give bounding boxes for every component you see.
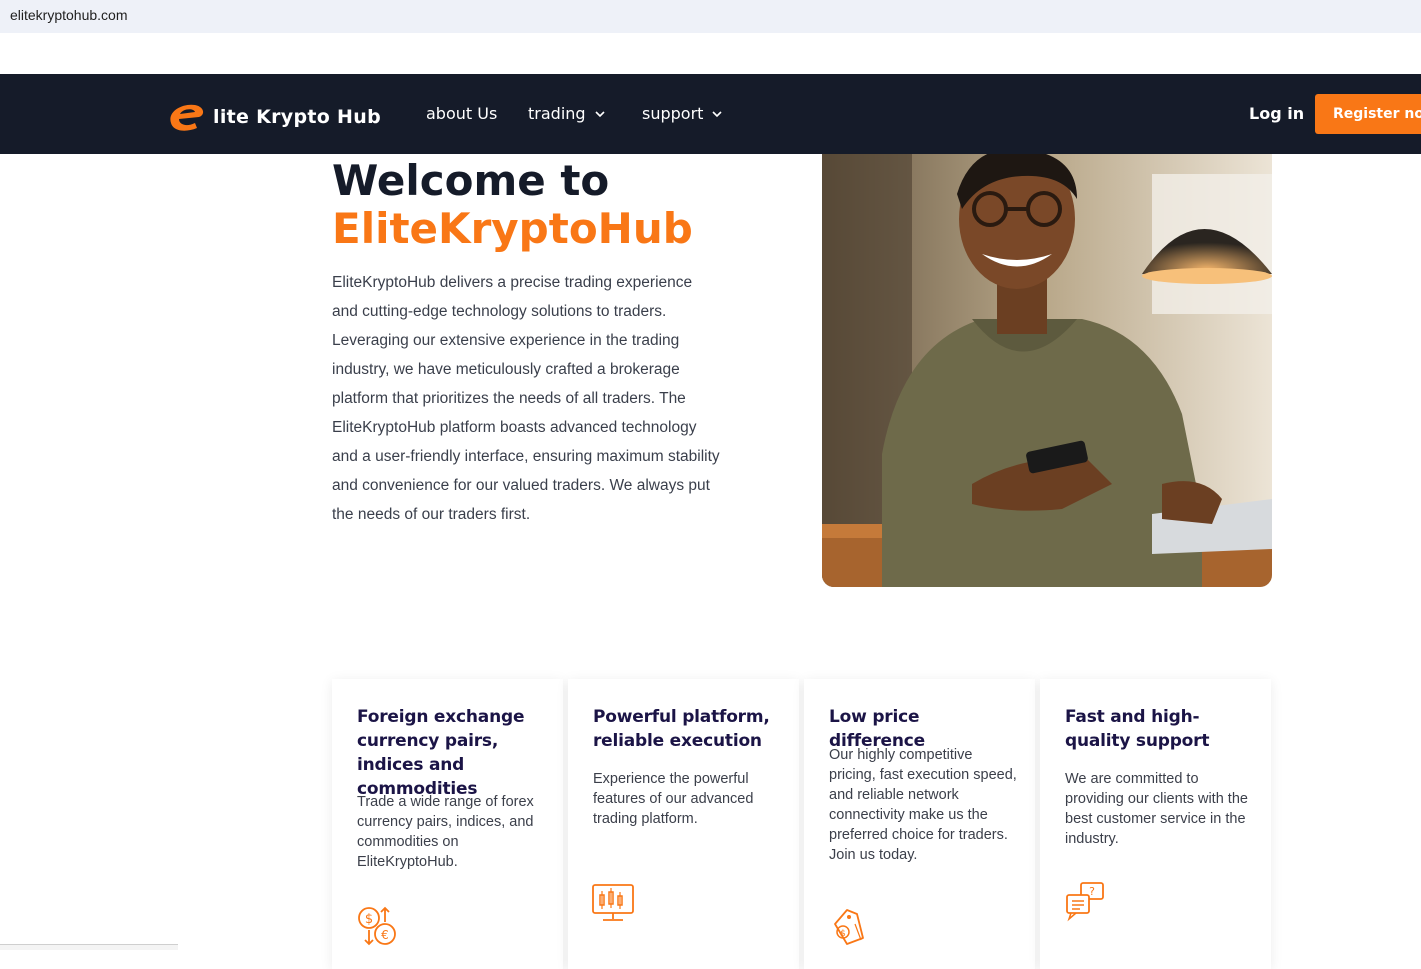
feature-text: We are committed to providing our client… <box>1065 771 1248 847</box>
hero-title: Welcome to EliteKryptoHub <box>332 157 693 253</box>
register-button[interactable]: Register now <box>1315 94 1421 134</box>
nav-about-us[interactable]: about Us <box>426 104 497 123</box>
url-text[interactable]: elitekryptohub.com <box>10 7 128 23</box>
browser-address-bar[interactable]: elitekryptohub.com <box>0 0 1421 33</box>
feature-text: Trade a wide range of forex currency pai… <box>357 794 534 870</box>
horizontal-scrollbar[interactable] <box>0 944 178 950</box>
feature-title: Powerful platform, reliable execution <box>593 707 770 751</box>
hero-title-line1: Welcome to <box>332 156 610 205</box>
hero-description: EliteKryptoHub delivers a precise tradin… <box>332 274 720 523</box>
feature-title: Foreign exchange currency pairs, indices… <box>357 707 525 799</box>
nav-support-dropdown[interactable]: support <box>642 104 723 123</box>
feature-card-pricing: Low price difference Our highly competit… <box>804 679 1035 969</box>
logo-text: lite Krypto Hub <box>213 106 381 128</box>
login-link[interactable]: Log in <box>1249 104 1304 123</box>
hero-photo <box>822 154 1272 587</box>
nav-trading-label: trading <box>528 104 586 123</box>
hero-title-brand: EliteKryptoHub <box>332 204 693 253</box>
chevron-down-icon <box>712 110 723 117</box>
feature-card-forex: Foreign exchange currency pairs, indices… <box>332 679 563 969</box>
svg-text:€: € <box>381 928 389 942</box>
feature-text: Our highly competitive pricing, fast exe… <box>829 747 1017 863</box>
feature-text: Experience the powerful features of our … <box>593 771 754 827</box>
feature-card-support: Fast and high-quality support We are com… <box>1040 679 1271 969</box>
svg-text:?: ? <box>1089 885 1095 898</box>
nav-support-label: support <box>642 104 704 123</box>
site-logo[interactable]: lite Krypto Hub <box>165 100 381 134</box>
nav-about-us-label: about Us <box>426 104 498 123</box>
support-chat-icon: ? <box>1066 882 1104 922</box>
trading-monitor-icon <box>592 884 634 921</box>
smiling-man-with-phone-image <box>822 154 1272 587</box>
svg-text:$: $ <box>365 912 373 927</box>
feature-card-platform: Powerful platform, reliable execution Ex… <box>568 679 799 969</box>
price-tag-icon: $ <box>834 909 864 945</box>
currency-exchange-icon: $ € <box>358 906 396 946</box>
svg-text:$: $ <box>840 929 846 939</box>
logo-e-icon <box>170 104 204 131</box>
chevron-down-icon <box>594 110 605 117</box>
feature-title: Fast and high-quality support <box>1065 707 1210 751</box>
nav-trading-dropdown[interactable]: trading <box>528 104 606 123</box>
